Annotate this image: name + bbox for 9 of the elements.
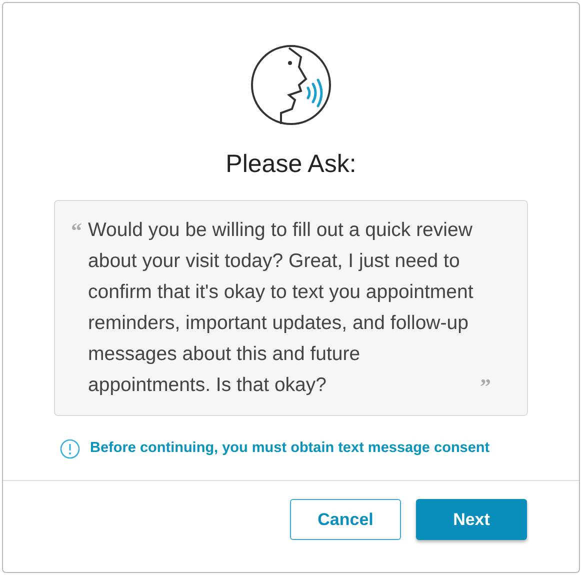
info-icon bbox=[60, 439, 80, 460]
cancel-button[interactable]: Cancel bbox=[290, 499, 401, 540]
script-text: Would you be willing to fill out a quick review about your visit today? Great, I just need to confirm that it's okay to text you appointment reminders, important updates, and follow-up messages about this and future appointments. Is that okay? bbox=[88, 218, 474, 398]
next-button[interactable]: Next bbox=[416, 499, 527, 540]
speaking-head-icon bbox=[249, 43, 333, 127]
dialog-title: Please Ask: bbox=[226, 149, 356, 180]
close-quote-mark: ” bbox=[480, 373, 491, 402]
open-quote-mark: “ bbox=[71, 217, 82, 240]
consent-notice: Before continuing, you must obtain text message consent bbox=[90, 439, 490, 458]
